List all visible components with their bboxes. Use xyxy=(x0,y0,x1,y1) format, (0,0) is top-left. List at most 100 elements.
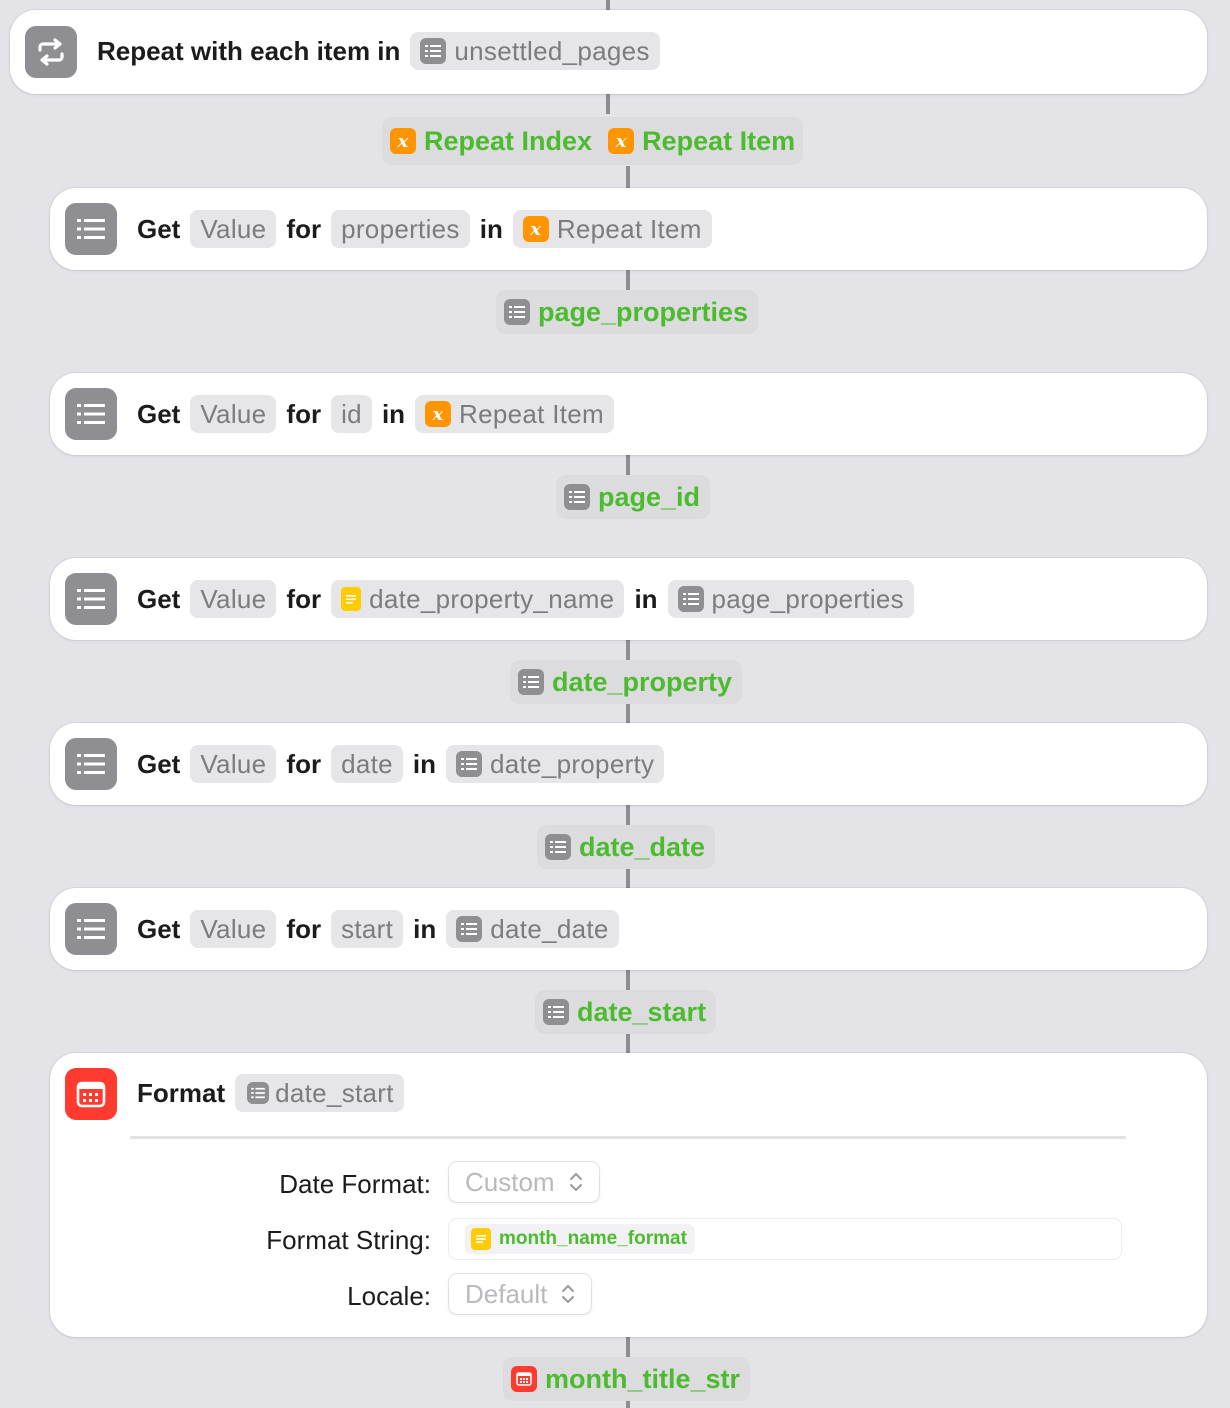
repeat-index-variable[interactable]: x Repeat Index xyxy=(390,126,592,157)
list-icon xyxy=(545,834,571,860)
key-token[interactable]: date_property_name xyxy=(331,580,625,618)
format-divider xyxy=(130,1136,1126,1139)
list-icon xyxy=(518,669,544,695)
locale-value: Default xyxy=(465,1278,548,1309)
connector-line xyxy=(626,1400,630,1408)
repeat-source-label: unsettled_pages xyxy=(454,35,650,66)
get-value-row: Get Value for date_property_name in page… xyxy=(137,580,924,618)
in-keyword: in xyxy=(381,398,406,429)
for-keyword: for xyxy=(286,213,322,244)
connector-line xyxy=(626,640,630,660)
key-token[interactable]: id xyxy=(331,395,372,433)
list-icon xyxy=(65,203,117,255)
calendar-icon xyxy=(65,1068,117,1120)
key-label: date_property_name xyxy=(369,583,615,614)
list-icon xyxy=(247,1082,270,1104)
list-icon xyxy=(456,916,483,942)
chevron-up-down-icon xyxy=(561,1283,575,1305)
format-label: Format xyxy=(137,1077,226,1108)
connector-line xyxy=(626,805,630,825)
key-label: id xyxy=(341,398,362,429)
repeat-source-token[interactable]: unsettled_pages xyxy=(410,32,660,70)
list-icon xyxy=(420,38,447,64)
in-keyword: in xyxy=(479,213,503,244)
connector-line xyxy=(606,0,610,10)
format-input-label: date_start xyxy=(275,1077,394,1108)
connector-line xyxy=(626,701,630,723)
output-variable[interactable]: page_properties xyxy=(496,290,759,334)
repeat-item-label: Repeat Item xyxy=(642,125,796,156)
connector-line xyxy=(626,455,630,475)
x-variable-icon: x xyxy=(390,128,416,154)
connector-line xyxy=(626,970,630,990)
list-icon xyxy=(456,751,483,777)
format-input-token[interactable]: date_start xyxy=(235,1074,404,1112)
key-label: properties xyxy=(341,213,460,244)
output-label: date_property xyxy=(552,666,733,697)
repeat-label: Repeat with each item in xyxy=(97,35,401,66)
value-token[interactable]: Value xyxy=(190,910,277,948)
get-value-row: Get Value for start in date_date xyxy=(137,910,629,948)
locale-popup[interactable]: Default xyxy=(448,1273,593,1315)
repeat-icon xyxy=(25,26,77,78)
source-token[interactable]: x Repeat Item xyxy=(512,210,712,248)
repeat-item-variable[interactable]: x Repeat Item xyxy=(608,126,795,157)
format-string-field[interactable]: month_name_format xyxy=(448,1218,1122,1260)
x-variable-icon: x xyxy=(522,216,549,242)
source-token[interactable]: date_property xyxy=(446,745,665,783)
format-output-variable[interactable]: month_title_str xyxy=(503,1357,751,1401)
connector-line xyxy=(626,270,630,290)
value-token[interactable]: Value xyxy=(190,580,277,618)
repeat-index-label: Repeat Index xyxy=(424,125,593,156)
for-keyword: for xyxy=(286,583,322,614)
output-variable[interactable]: date_property xyxy=(510,660,743,704)
connector-line xyxy=(626,866,630,888)
output-label: date_start xyxy=(577,996,707,1027)
source-label: date_date xyxy=(490,913,609,944)
key-label: date xyxy=(341,748,393,779)
list-icon xyxy=(65,738,117,790)
connector-line xyxy=(626,1031,630,1053)
list-icon xyxy=(504,299,530,325)
list-icon xyxy=(564,484,590,510)
text-icon xyxy=(471,1228,491,1250)
value-token[interactable]: Value xyxy=(190,395,277,433)
list-icon xyxy=(677,586,704,612)
get-keyword: Get xyxy=(137,583,181,614)
key-token[interactable]: properties xyxy=(331,210,470,248)
output-variable[interactable]: date_date xyxy=(537,825,716,869)
for-keyword: for xyxy=(286,913,322,944)
locale-label: Locale: xyxy=(347,1281,431,1311)
connector-line xyxy=(606,94,610,114)
date-format-popup[interactable]: Custom xyxy=(448,1161,600,1203)
connector-line xyxy=(626,1337,630,1357)
source-token[interactable]: x Repeat Item xyxy=(415,395,614,433)
output-label: date_date xyxy=(579,831,706,862)
key-token[interactable]: date xyxy=(331,745,403,783)
format-output-label: month_title_str xyxy=(545,1363,741,1394)
list-icon xyxy=(65,388,117,440)
chevron-up-down-icon xyxy=(569,1171,583,1193)
source-token[interactable]: date_date xyxy=(446,910,619,948)
list-icon xyxy=(543,999,569,1025)
source-label: Repeat Item xyxy=(556,213,702,244)
date-format-value: Custom xyxy=(465,1166,555,1197)
value-token[interactable]: Value xyxy=(190,745,277,783)
output-label: page_id xyxy=(598,481,701,512)
key-token[interactable]: start xyxy=(331,910,404,948)
list-icon xyxy=(65,903,117,955)
x-variable-icon: x xyxy=(608,128,635,154)
in-keyword: in xyxy=(634,583,658,614)
for-keyword: for xyxy=(286,748,322,779)
format-string-variable[interactable]: month_name_format xyxy=(465,1224,695,1254)
in-keyword: in xyxy=(412,748,437,779)
value-token[interactable]: Value xyxy=(190,210,277,248)
get-value-row: Get Value for id in x Repeat Item xyxy=(137,395,624,433)
output-variable[interactable]: page_id xyxy=(556,475,711,519)
source-label: page_properties xyxy=(711,583,904,614)
get-value-row: Get Value for properties in x Repeat Item xyxy=(137,210,722,248)
source-token[interactable]: page_properties xyxy=(667,580,914,618)
format-string-value: month_name_format xyxy=(499,1228,687,1249)
output-variable[interactable]: date_start xyxy=(535,990,717,1034)
get-value-row: Get Value for date in date_property xyxy=(137,745,674,783)
